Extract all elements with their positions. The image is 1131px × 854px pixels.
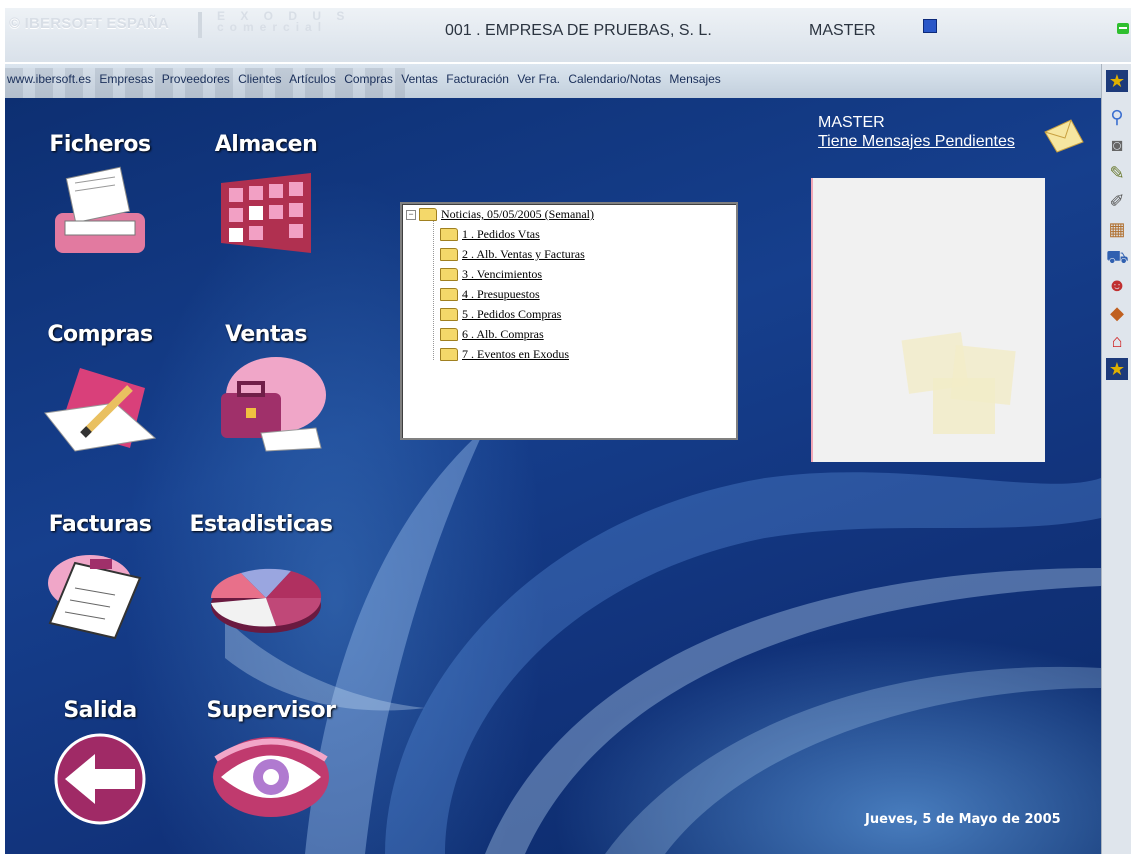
tree-item-label[interactable]: 5 . Pedidos Compras [462, 307, 561, 321]
menu-link-ver-fra[interactable]: Ver Fra. [517, 72, 560, 86]
home-icon[interactable]: ⌂ [1106, 330, 1128, 352]
module-estadisticas[interactable]: Estadisticas [181, 512, 341, 648]
briefcase-icon [221, 357, 326, 452]
module-label: Salida [63, 698, 137, 723]
folder-icon [440, 227, 458, 241]
messages-user: MASTER [818, 114, 885, 131]
edit-icon[interactable]: ✐ [1106, 190, 1128, 212]
tree-item[interactable]: 4 . Presupuestos [440, 285, 540, 303]
title-bar: © IBERSOFT ESPAÑA E X O D U S comercial … [5, 8, 1131, 62]
folder-icon [440, 307, 458, 321]
warehouse-shelves-icon [221, 173, 311, 253]
eye-icon [213, 737, 329, 817]
folder-icon [419, 207, 437, 221]
tree-item-label[interactable]: 6 . Alb. Compras [462, 327, 544, 341]
company-name: 001 . EMPRESA DE PRUEBAS, S. L. [445, 22, 712, 39]
star-icon[interactable]: ★ [1106, 358, 1128, 380]
back-arrow-icon [54, 733, 146, 825]
truck-icon[interactable]: ⛟ [1106, 246, 1129, 268]
module-almacen[interactable]: Almacen [201, 132, 331, 268]
menu-bar: www.ibersoft.es Empresas Proveedores Cli… [5, 64, 1101, 98]
module-label: Almacen [214, 132, 318, 157]
grid-icon[interactable]: ▦ [1106, 218, 1128, 240]
tree-item-label[interactable]: 3 . Vencimientos [462, 267, 542, 281]
tree-root[interactable]: − Noticias, 05/05/2005 (Semanal) [406, 205, 594, 223]
tree-item[interactable]: 3 . Vencimientos [440, 265, 542, 283]
desktop-area: Ficheros Almacen Compras Ventas Facturas… [5, 98, 1101, 854]
folder-icon [440, 267, 458, 281]
module-salida[interactable]: Salida [35, 698, 165, 834]
brand-logo: © IBERSOFT ESPAÑA [9, 15, 170, 32]
pie-chart-icon [210, 568, 322, 633]
star-icon[interactable]: ★ [1106, 70, 1128, 92]
envelope-icon[interactable] [1041, 118, 1085, 154]
map-icon[interactable]: ✎ [1106, 162, 1128, 184]
product-logo: E X O D U S comercial [217, 10, 350, 34]
tree-item-label[interactable]: 1 . Pedidos Vtas [462, 227, 540, 241]
typewriter-icon [55, 166, 145, 253]
tree-root-label[interactable]: Noticias, 05/05/2005 (Semanal) [441, 207, 594, 221]
folder-icon [440, 327, 458, 341]
pending-messages-link[interactable]: Tiene Mensajes Pendientes [818, 133, 1015, 151]
module-label: Ficheros [49, 132, 151, 157]
minimize-button[interactable] [1117, 23, 1129, 34]
tree-guide-line [433, 220, 434, 360]
folder-icon [440, 347, 458, 361]
module-facturas[interactable]: Facturas [35, 512, 165, 648]
menu-link-ventas[interactable]: Ventas [401, 72, 438, 86]
search-icon[interactable]: ⚲ [1106, 106, 1128, 128]
module-label: Ventas [225, 322, 307, 347]
module-ficheros[interactable]: Ficheros [35, 132, 165, 268]
news-tree-panel: − Noticias, 05/05/2005 (Semanal) 1 . Pedi… [400, 202, 738, 440]
box-icon[interactable]: ◆ [1106, 302, 1128, 324]
module-label: Estadisticas [189, 512, 333, 537]
users-icon[interactable]: ☻ [1106, 274, 1128, 296]
module-label: Facturas [48, 512, 152, 537]
menu-link-clientes[interactable]: Clientes [238, 72, 281, 86]
menu-link-website[interactable]: www.ibersoft.es [7, 72, 91, 86]
sticky-notes-illustration [901, 332, 1016, 434]
notes-panel[interactable] [811, 178, 1045, 462]
user-name: MASTER [809, 22, 876, 39]
window-icon[interactable] [923, 19, 937, 33]
menu-link-proveedores[interactable]: Proveedores [162, 72, 230, 86]
menu-link-empresas[interactable]: Empresas [99, 72, 153, 86]
current-date: Jueves, 5 de Mayo de 2005 [865, 812, 1061, 827]
tree-item[interactable]: 1 . Pedidos Vtas [440, 225, 540, 243]
folder-icon [440, 287, 458, 301]
tree-item-label[interactable]: 2 . Alb. Ventas y Facturas [462, 247, 585, 261]
clipboard-icon [48, 555, 142, 640]
folder-icon [440, 247, 458, 261]
tree-item[interactable]: 2 . Alb. Ventas y Facturas [440, 245, 585, 263]
module-compras[interactable]: Compras [35, 322, 165, 458]
product-subtitle: comercial [217, 20, 328, 34]
menu-link-mensajes[interactable]: Mensajes [669, 72, 720, 86]
tree-item-label[interactable]: 4 . Presupuestos [462, 287, 540, 301]
menu-link-facturacion[interactable]: Facturación [446, 72, 509, 86]
menu-link-calendario[interactable]: Calendario/Notas [568, 72, 661, 86]
collapse-icon[interactable]: − [406, 210, 416, 221]
tree-item-label[interactable]: 7 . Eventos en Exodus [462, 347, 569, 361]
menu-link-compras[interactable]: Compras [344, 72, 393, 86]
brand-divider [198, 12, 202, 38]
pen-paper-icon [44, 368, 157, 452]
tree-item[interactable]: 6 . Alb. Compras [440, 325, 544, 343]
right-toolbar: ★ ⚲ ◙ ✎ ✐ ▦ ⛟ ☻ ◆ ⌂ ★ [1101, 64, 1131, 854]
module-label: Supervisor [206, 698, 336, 723]
module-supervisor[interactable]: Supervisor [201, 698, 341, 834]
module-label: Compras [47, 322, 153, 347]
tree-item[interactable]: 7 . Eventos en Exodus [440, 345, 569, 363]
menu-links: www.ibersoft.es Empresas Proveedores Cli… [7, 72, 726, 86]
camera-icon[interactable]: ◙ [1106, 134, 1128, 156]
app-window: © IBERSOFT ESPAÑA E X O D U S comercial … [5, 8, 1131, 854]
menu-link-articulos[interactable]: Artículos [289, 72, 336, 86]
tree-item[interactable]: 5 . Pedidos Compras [440, 305, 561, 323]
module-ventas[interactable]: Ventas [201, 322, 331, 458]
